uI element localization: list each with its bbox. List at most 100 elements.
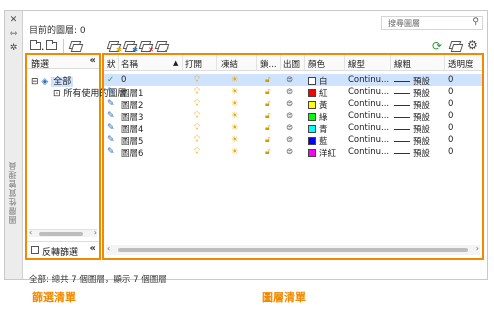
sun-icon[interactable]: ☀ bbox=[231, 87, 239, 97]
layer-row[interactable]: ✎ 圖層3 💡︎ ☀ 🔓︎ ⊜ 綠 Continu... 預設 0 bbox=[104, 110, 482, 123]
layer-name[interactable]: 0 bbox=[121, 75, 126, 85]
lightbulb-icon[interactable]: 💡︎ bbox=[194, 111, 200, 121]
collapse-filter-button-bottom[interactable]: « bbox=[90, 243, 96, 254]
new-property-filter-icon[interactable]: · bbox=[29, 39, 44, 54]
col-lineweight[interactable]: 線粗 bbox=[394, 58, 411, 70]
layer-row[interactable]: ✎ 圖層4 💡︎ ☀ 🔓︎ ⊜ 青 Continu... 預設 0 bbox=[104, 122, 482, 135]
printer-icon[interactable]: ⊜ bbox=[286, 87, 293, 97]
search-field[interactable]: 搜尋圖層 ⚲ bbox=[381, 16, 483, 30]
settings-gear-icon[interactable]: ⚙ bbox=[467, 38, 478, 52]
col-lock[interactable]: 鎖... bbox=[260, 58, 277, 70]
linetype[interactable]: Continu... bbox=[348, 147, 389, 157]
unlock-icon[interactable]: 🔓︎ bbox=[265, 87, 271, 97]
lightbulb-icon[interactable]: 💡︎ bbox=[194, 87, 200, 97]
layer-row[interactable]: ✎ 圖層2 💡︎ ☀ 🔓︎ ⊜ 黃 Continu... 預設 0 bbox=[104, 98, 482, 111]
sun-icon[interactable]: ☀ bbox=[231, 99, 239, 109]
new-layer-icon[interactable]: ✱ bbox=[106, 39, 122, 54]
set-current-icon[interactable]: ✓ bbox=[154, 39, 170, 54]
col-linetype[interactable]: 線型 bbox=[348, 58, 365, 70]
linetype[interactable]: Continu... bbox=[348, 111, 389, 121]
layer-name[interactable]: 圖層6 bbox=[121, 147, 143, 159]
color-swatch-box bbox=[308, 125, 316, 133]
layer-row[interactable]: ✓ 0 💡︎ ☀ 🔓︎ ⊜ 白 Continu... 預設 0 bbox=[104, 74, 482, 87]
scroll-left-icon[interactable]: ‹ bbox=[29, 228, 32, 237]
col-transparency[interactable]: 透明度 bbox=[448, 58, 474, 70]
lineweight-line bbox=[394, 117, 410, 118]
col-freeze[interactable]: 凍結 bbox=[221, 58, 238, 70]
transparency[interactable]: 0 bbox=[448, 111, 453, 121]
refresh-icon[interactable]: ⟳ bbox=[432, 39, 442, 53]
unlock-icon[interactable]: 🔓︎ bbox=[265, 147, 271, 157]
scroll-right-icon[interactable]: › bbox=[476, 244, 479, 253]
transparency[interactable]: 0 bbox=[448, 147, 453, 157]
filter-horizontal-scrollbar[interactable]: ‹ › bbox=[29, 228, 97, 237]
close-icon[interactable]: ✕ bbox=[8, 15, 19, 26]
linetype[interactable]: Continu... bbox=[348, 99, 389, 109]
linetype[interactable]: Continu... bbox=[348, 75, 389, 85]
sun-icon[interactable]: ☀ bbox=[231, 123, 239, 133]
layer-settings-icon[interactable] bbox=[448, 39, 464, 53]
linetype[interactable]: Continu... bbox=[348, 135, 389, 145]
transparency[interactable]: 0 bbox=[448, 123, 453, 133]
filter-pane-footer: 反轉篩選 « bbox=[27, 241, 99, 258]
lineweight-line bbox=[394, 93, 410, 94]
unlock-icon[interactable]: 🔓︎ bbox=[265, 99, 271, 109]
layer-pencil-icon: ✎ bbox=[107, 135, 115, 145]
linetype[interactable]: Continu... bbox=[348, 123, 389, 133]
layer-row[interactable]: ✎ 圖層5 💡︎ ☀ 🔓︎ ⊜ 藍 Continu... 預設 0 bbox=[104, 134, 482, 147]
lineweight-line bbox=[394, 129, 410, 130]
lineweight[interactable]: 預設 bbox=[394, 147, 430, 159]
sun-icon[interactable]: ☀ bbox=[231, 147, 239, 157]
lightbulb-icon[interactable]: 💡︎ bbox=[194, 99, 200, 109]
scroll-left-icon[interactable]: ‹ bbox=[107, 244, 110, 253]
lightbulb-icon[interactable]: 💡︎ bbox=[194, 147, 200, 157]
printer-icon[interactable]: ⊜ bbox=[286, 147, 293, 157]
sun-icon[interactable]: ☀ bbox=[231, 111, 239, 121]
delete-layer-icon[interactable]: ✕ bbox=[138, 39, 154, 54]
color-swatch[interactable]: 洋紅 bbox=[308, 147, 336, 159]
col-name[interactable]: 名稱 bbox=[121, 58, 138, 70]
lightbulb-icon[interactable]: 💡︎ bbox=[194, 75, 200, 85]
printer-icon[interactable]: ⊜ bbox=[286, 99, 293, 109]
layer-pencil-icon: ✎ bbox=[107, 99, 115, 109]
layer-row[interactable]: ✎ 圖層1 💡︎ ☀ 🔓︎ ⊜ 紅 Continu... 預設 0 bbox=[104, 86, 482, 99]
filter-pane-header: 篩選 « bbox=[27, 55, 99, 70]
layer-states-manager-icon[interactable] bbox=[68, 39, 84, 53]
printer-icon[interactable]: ⊜ bbox=[286, 75, 293, 85]
lightbulb-icon[interactable]: 💡︎ bbox=[194, 135, 200, 145]
collapse-filter-button[interactable]: « bbox=[90, 55, 96, 66]
color-swatch-box bbox=[308, 101, 316, 109]
col-on[interactable]: 打開 bbox=[185, 58, 202, 70]
scroll-right-icon[interactable]: › bbox=[94, 228, 97, 237]
settings-icon[interactable]: ✲ bbox=[8, 43, 19, 54]
invert-filter-checkbox[interactable] bbox=[31, 246, 39, 254]
layer-list-horizontal-scrollbar[interactable]: ‹ › bbox=[106, 244, 480, 255]
col-status[interactable]: 狀 bbox=[107, 58, 116, 70]
sun-icon[interactable]: ☀ bbox=[231, 135, 239, 145]
new-group-filter-icon[interactable] bbox=[45, 39, 59, 53]
sun-icon[interactable]: ☀ bbox=[231, 75, 239, 85]
unlock-icon[interactable]: 🔓︎ bbox=[265, 111, 271, 121]
printer-icon[interactable]: ⊜ bbox=[286, 111, 293, 121]
pin-icon[interactable]: ⇿ bbox=[8, 29, 19, 40]
col-color[interactable]: 顏色 bbox=[308, 58, 325, 70]
tree-collapse-icon[interactable]: ⊟ bbox=[31, 77, 39, 87]
new-layer-vp-frozen-icon[interactable]: ✱ bbox=[122, 39, 138, 54]
transparency[interactable]: 0 bbox=[448, 135, 453, 145]
lightbulb-icon[interactable]: 💡︎ bbox=[194, 123, 200, 133]
col-plot[interactable]: 出圖 bbox=[283, 58, 300, 70]
scroll-thumb[interactable] bbox=[39, 232, 83, 236]
search-icon[interactable]: ⚲ bbox=[472, 17, 479, 27]
printer-icon[interactable]: ⊜ bbox=[286, 123, 293, 133]
scroll-thumb[interactable] bbox=[118, 248, 468, 252]
layer-pencil-icon: ✎ bbox=[107, 123, 115, 133]
transparency[interactable]: 0 bbox=[448, 87, 453, 97]
transparency[interactable]: 0 bbox=[448, 99, 453, 109]
unlock-icon[interactable]: 🔓︎ bbox=[265, 135, 271, 145]
transparency[interactable]: 0 bbox=[448, 75, 453, 85]
printer-icon[interactable]: ⊜ bbox=[286, 135, 293, 145]
unlock-icon[interactable]: 🔓︎ bbox=[265, 123, 271, 133]
unlock-icon[interactable]: 🔓︎ bbox=[265, 75, 271, 85]
linetype[interactable]: Continu... bbox=[348, 87, 389, 97]
layer-row[interactable]: ✎ 圖層6 💡︎ ☀ 🔓︎ ⊜ 洋紅 Continu... 預設 0 bbox=[104, 146, 482, 159]
